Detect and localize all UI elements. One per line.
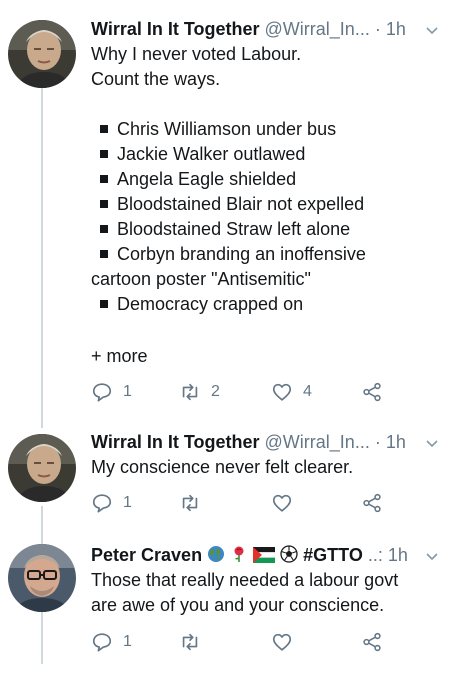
avatar-photo [8,20,76,88]
text-line: Those that really needed a labour govt [91,570,399,590]
retweet-icon [182,633,198,651]
bullet-item: Jackie Walker outlawed [91,142,436,167]
bullet-item: Bloodstained Straw left alone [91,217,436,242]
retweet-icon [182,383,198,401]
heart-icon [272,494,292,512]
reply-icon [92,494,112,513]
palestine-flag-icon [253,547,276,563]
bullet-text: Angela Eagle shielded [117,169,297,189]
chevron-down-icon[interactable] [424,435,440,451]
tweet-actions: 1 2 4 [91,380,391,404]
text-line: cartoon poster "Antisemitic" [91,269,311,289]
bullet-text: Democracy crapped on [117,294,304,314]
reply-icon [92,633,112,652]
retweet-button[interactable] [179,491,211,515]
bullet-icon [100,175,108,184]
text-line: are awe of you and your conscience. [91,595,385,615]
bullet-item: Democracy crapped on [91,292,436,317]
tweet-text: Those that really needed a labour govt a… [91,568,436,618]
bullet-icon [100,150,108,159]
bullet-item: Chris Williamson under bus [91,117,436,142]
avatar-photo [8,544,76,612]
bullet-text: Corbyn branding an inoffensive [117,244,366,264]
thread-connector [41,612,43,664]
avatar[interactable] [8,20,76,88]
bullet-text: Jackie Walker outlawed [117,144,306,164]
tweet-text: Why I never voted Labour. Count the ways… [91,42,436,317]
reply-count: 1 [123,383,132,400]
reply-count: 1 [123,494,132,511]
avatar-photo [8,434,76,502]
text-line-blank [91,92,436,117]
tweet-header: Wirral In It Together @Wirral_In... · 1h [91,431,406,453]
share-button[interactable] [361,380,383,404]
bullet-text: Bloodstained Blair not expelled [117,194,365,214]
red-rose-icon [234,546,244,562]
text-line: Count the ways. [91,69,221,89]
football-icon [280,545,298,563]
reply-button[interactable]: 1 [91,491,132,515]
like-button[interactable] [271,491,303,515]
reply-button[interactable]: 1 [91,380,132,404]
thread-connector [41,506,43,544]
author-handle[interactable]: @Wirral_In... [265,19,370,39]
avatar[interactable] [8,544,76,612]
author-name[interactable]: Wirral In It Together [91,432,260,452]
like-button[interactable] [271,630,303,654]
text-line: My conscience never felt clearer. [91,457,354,477]
bullet-item: Bloodstained Blair not expelled [91,192,436,217]
separator: · [374,19,381,39]
globe-icon [208,546,225,562]
heart-icon [272,633,292,651]
text-line: Why I never voted Labour. [91,44,302,64]
share-icon [363,493,381,513]
author-handle[interactable]: #GTTO [303,545,363,565]
reply-count: 1 [123,633,132,650]
reply-button[interactable]: 1 [91,630,132,654]
retweet-count: 2 [211,383,220,400]
timestamp[interactable]: 1h [386,19,406,39]
bullet-item: Angela Eagle shielded [91,167,436,192]
bullet-text: Bloodstained Straw left alone [117,219,351,239]
avatar[interactable] [8,434,76,502]
author-name[interactable]: Peter Craven [91,545,202,565]
retweet-icon [182,494,198,512]
separator: · [374,432,381,452]
bullet-icon [100,300,108,309]
bullet-text: Chris Williamson under bus [117,119,337,139]
author-name[interactable]: Wirral In It Together [91,19,260,39]
bullet-item: Corbyn branding an inoffensive [91,242,436,267]
tweet-text: My conscience never felt clearer. [91,455,436,480]
separator: ..: [367,545,383,565]
share-button[interactable] [361,491,383,515]
heart-icon [272,383,292,401]
bullet-icon [100,250,108,259]
timestamp[interactable]: 1h [388,545,408,565]
chevron-down-icon[interactable] [424,548,440,564]
tweet-actions: 1 [91,630,391,654]
bullet-icon [100,200,108,209]
timestamp[interactable]: 1h [386,432,406,452]
bullet-icon [100,125,108,134]
like-count: 4 [303,383,312,400]
tweet-actions: 1 [91,491,391,515]
share-button[interactable] [361,630,383,654]
tweet-header: Peter Craven #GTTO ..: 1h [91,544,408,566]
retweet-button[interactable]: 2 [179,380,220,404]
bullet-icon [100,225,108,234]
chevron-down-icon[interactable] [424,22,440,38]
tweet-header: Wirral In It Together @Wirral_In... · 1h [91,18,406,40]
share-icon [363,382,381,402]
share-icon [363,632,381,652]
thread-connector [41,88,43,428]
reply-icon [92,383,112,402]
like-button[interactable]: 4 [271,380,312,404]
show-more-link[interactable]: + more [91,345,148,367]
author-handle[interactable]: @Wirral_In... [265,432,370,452]
retweet-button[interactable] [179,630,211,654]
